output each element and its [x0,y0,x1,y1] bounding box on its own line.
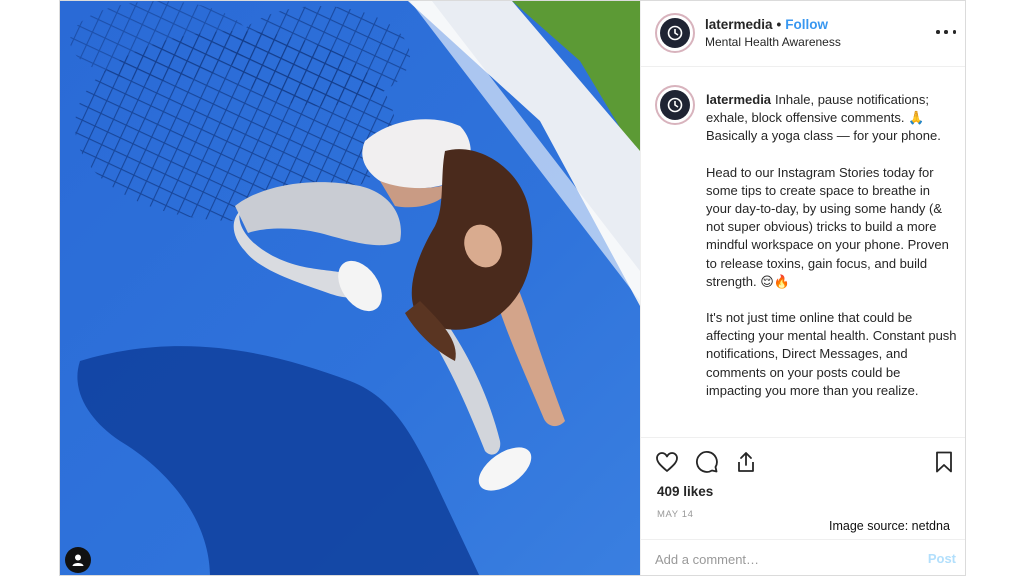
caption-username[interactable]: latermedia [706,92,771,107]
comment-row: Post [641,539,965,575]
follow-button[interactable]: Follow [785,17,828,32]
tagged-user-icon[interactable] [65,547,91,573]
caption-avatar[interactable] [655,85,695,125]
more-horizontal-icon[interactable] [936,22,956,42]
caption-area: latermedia Inhale, pause notifications; e… [641,67,965,437]
image-source-caption: Image source: netdna [825,518,954,534]
post-location[interactable]: Mental Health Awareness [705,35,841,49]
caption-paragraph: latermedia Inhale, pause notifications; e… [706,91,958,146]
share-icon[interactable] [732,448,760,476]
later-logo-icon [660,18,690,48]
comment-input[interactable] [655,548,905,570]
post-sidebar: latermedia • Follow Mental Health Awarenes… [640,1,965,575]
profile-avatar[interactable] [655,13,695,53]
caption-paragraph-3: It's not just time online that could be … [706,310,957,398]
heart-icon[interactable] [653,448,681,476]
user-silhouette-icon [72,554,84,566]
post-comment-button[interactable]: Post [928,551,956,566]
header-username-line: latermedia • Follow [705,17,828,32]
post-photo[interactable] [60,1,640,575]
comment-icon[interactable] [693,448,721,476]
likes-count[interactable]: 409 likes [657,484,713,499]
instagram-post: latermedia • Follow Mental Health Awarenes… [59,0,966,576]
later-logo-icon [660,90,690,120]
post-header: latermedia • Follow Mental Health Awarenes… [641,1,965,67]
post-actions: 409 likes MAY 14 Post [641,437,965,575]
caption-text: latermedia Inhale, pause notifications; e… [706,91,958,418]
bookmark-icon[interactable] [930,448,958,476]
yoga-photo-illustration [60,1,640,575]
caption-paragraph-2: Head to our Instagram Stories today for … [706,164,949,289]
header-username[interactable]: latermedia [705,17,773,32]
post-date[interactable]: MAY 14 [657,509,694,520]
separator-dot: • [776,17,782,32]
